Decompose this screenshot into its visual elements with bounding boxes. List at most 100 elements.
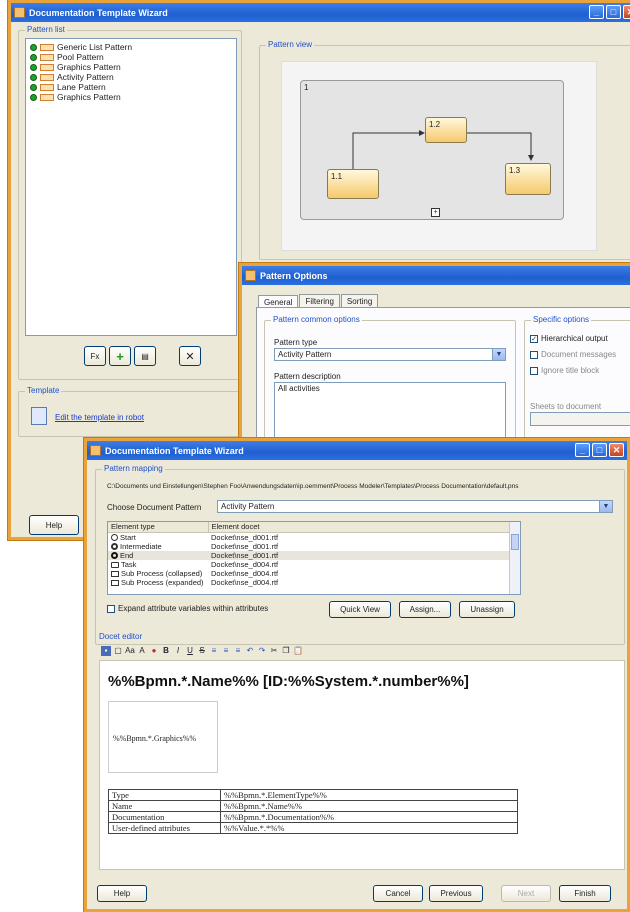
- next-button[interactable]: Next: [501, 885, 551, 902]
- app-icon: [245, 270, 256, 281]
- tab-sorting[interactable]: Sorting: [340, 294, 379, 308]
- pattern-item[interactable]: Pool Pattern: [30, 52, 232, 62]
- edit-template-link[interactable]: Edit the template in robot: [55, 413, 144, 422]
- pattern-item[interactable]: Activity Pattern: [30, 72, 232, 82]
- element-type-cell: Intermediate: [108, 542, 208, 551]
- save-icon[interactable]: ▪: [101, 646, 111, 656]
- unassign-button[interactable]: Unassign: [459, 601, 515, 618]
- cut-icon[interactable]: ✂: [269, 646, 279, 656]
- element-docet-cell: Docket\nse_d001.rtf: [211, 532, 279, 542]
- hierarchical-output-checkbox[interactable]: ✓ Hierarchical output: [530, 334, 608, 343]
- table-row: Name %%Bpmn.*.Name%%: [108, 800, 518, 812]
- choose-pattern-select[interactable]: Activity Pattern ▼: [217, 500, 613, 513]
- column-header-type[interactable]: Element type: [108, 522, 209, 533]
- table-row: User-defined attributes %%Value.*.*%%: [108, 822, 518, 834]
- bold-icon[interactable]: B: [161, 646, 171, 656]
- pattern-list[interactable]: Generic List Pattern Pool Pattern Graphi…: [25, 38, 237, 336]
- previous-button[interactable]: Previous: [429, 885, 483, 902]
- ignore-title-block-checkbox[interactable]: Ignore title block: [530, 366, 599, 375]
- pattern-icon: [40, 73, 54, 81]
- pattern-node-top: 1.2: [425, 117, 467, 143]
- align-center-icon[interactable]: ≡: [221, 646, 231, 656]
- delete-pattern-button[interactable]: ✕: [179, 346, 201, 366]
- pattern-options-titlebar[interactable]: Pattern Options: [242, 266, 630, 285]
- expand-attributes-checkbox[interactable]: Expand attribute variables within attrib…: [107, 604, 268, 613]
- copy-icon[interactable]: ❐: [281, 646, 291, 656]
- chevron-down-icon: ▼: [599, 501, 612, 512]
- add-pattern-button[interactable]: +: [109, 346, 131, 366]
- undo-icon[interactable]: ↶: [245, 646, 255, 656]
- sheets-field[interactable]: [530, 412, 630, 426]
- align-left-icon[interactable]: ≡: [209, 646, 219, 656]
- finish-button[interactable]: Finish: [559, 885, 611, 902]
- table-row[interactable]: Sub Process (expanded) Docket\nse_d004.r…: [108, 578, 520, 587]
- italic-icon[interactable]: I: [173, 646, 183, 656]
- strike-icon[interactable]: S: [197, 646, 207, 656]
- pattern-item-label: Generic List Pattern: [57, 42, 133, 52]
- properties-button[interactable]: ▤: [134, 346, 156, 366]
- font-size-icon[interactable]: A: [137, 646, 147, 656]
- pattern-item[interactable]: Lane Pattern: [30, 82, 232, 92]
- edit-function-button[interactable]: Fx: [84, 346, 106, 366]
- column-header-docet[interactable]: Element docet: [208, 522, 520, 533]
- color-icon[interactable]: ●: [149, 646, 159, 656]
- checkbox-icon: [107, 604, 115, 613]
- table-scrollbar[interactable]: [509, 522, 520, 594]
- table-row[interactable]: Task Docket\nse_d004.rtf: [108, 560, 520, 569]
- minimize-button[interactable]: _: [589, 5, 604, 19]
- scroll-thumb[interactable]: [511, 534, 519, 550]
- element-docet-table[interactable]: Element type Element docet Start Docket\…: [107, 521, 521, 595]
- document-messages-checkbox[interactable]: Document messages: [530, 350, 616, 359]
- redo-icon[interactable]: ↷: [257, 646, 267, 656]
- help-button-back[interactable]: Help: [29, 515, 79, 535]
- docet-editor-area[interactable]: %%Bpmn.*.Name%% [ID:%%System.*.number%%]…: [99, 660, 625, 870]
- help-button[interactable]: Help: [97, 885, 147, 902]
- pattern-node-left: 1.1: [327, 169, 379, 199]
- font-icon[interactable]: Aa: [125, 646, 135, 656]
- pattern-type-select[interactable]: Activity Pattern ▼: [274, 348, 506, 361]
- pattern-item-label: Graphics Pattern: [57, 92, 121, 102]
- table-row[interactable]: Intermediate Docket\nse_d001.rtf: [108, 542, 520, 551]
- wizard-back-title: Documentation Template Wizard: [29, 7, 168, 18]
- maximize-button[interactable]: □: [606, 5, 621, 19]
- cancel-button[interactable]: Cancel: [373, 885, 423, 902]
- quick-view-button[interactable]: Quick View: [329, 601, 391, 618]
- pattern-item[interactable]: Graphics Pattern: [30, 92, 232, 102]
- maximize-button[interactable]: □: [592, 443, 607, 457]
- pattern-item[interactable]: Generic List Pattern: [30, 42, 232, 52]
- pattern-icon: [40, 93, 54, 101]
- table-row[interactable]: Start Docket\nse_d001.rtf: [108, 532, 520, 542]
- tab-filtering[interactable]: Filtering: [299, 294, 340, 308]
- element-docet-cell: Docket\nse_d004.rtf: [211, 568, 279, 578]
- pattern-description-field[interactable]: All activities: [274, 382, 506, 444]
- align-right-icon[interactable]: ≡: [233, 646, 243, 656]
- element-table: Element type Element docet Start Docket\…: [108, 522, 520, 587]
- table-row[interactable]: Sub Process (collapsed) Docket\nse_d004.…: [108, 569, 520, 578]
- pattern-canvas: 1 1.2 1.1 1.3 +: [281, 61, 597, 251]
- wizard-front-titlebar[interactable]: Documentation Template Wizard _ □ ✕: [87, 441, 627, 460]
- paste-icon[interactable]: 📋: [293, 646, 303, 656]
- pattern-item[interactable]: Graphics Pattern: [30, 62, 232, 72]
- close-button[interactable]: ✕: [609, 443, 624, 457]
- underline-icon[interactable]: U: [185, 646, 195, 656]
- task-icon: [111, 561, 119, 568]
- pattern-connectors: [352, 130, 534, 169]
- element-docet-cell: Docket\nse_d004.rtf: [211, 577, 279, 587]
- minimize-button[interactable]: _: [575, 443, 590, 457]
- checkbox-icon: [530, 350, 538, 359]
- chevron-down-icon: ▼: [492, 349, 505, 360]
- end-event-icon: [111, 552, 118, 560]
- pattern-icon: [40, 43, 54, 51]
- wizard-back-titlebar[interactable]: Documentation Template Wizard _ □ ✕: [11, 3, 630, 22]
- check-icon: [30, 83, 37, 91]
- assign-label: Assign...: [409, 605, 441, 614]
- template-label: Template: [25, 386, 62, 395]
- table-row: Documentation %%Bpmn.*.Documentation%%: [108, 811, 518, 823]
- new-icon[interactable]: ▢: [113, 646, 123, 656]
- close-button[interactable]: ✕: [623, 5, 630, 19]
- pattern-icon: [40, 83, 54, 91]
- table-row-selected[interactable]: End Docket\nse_d001.rtf: [108, 550, 520, 560]
- assign-button[interactable]: Assign...: [399, 601, 451, 618]
- pattern-icon: [40, 63, 54, 71]
- element-type-label: End: [120, 550, 134, 560]
